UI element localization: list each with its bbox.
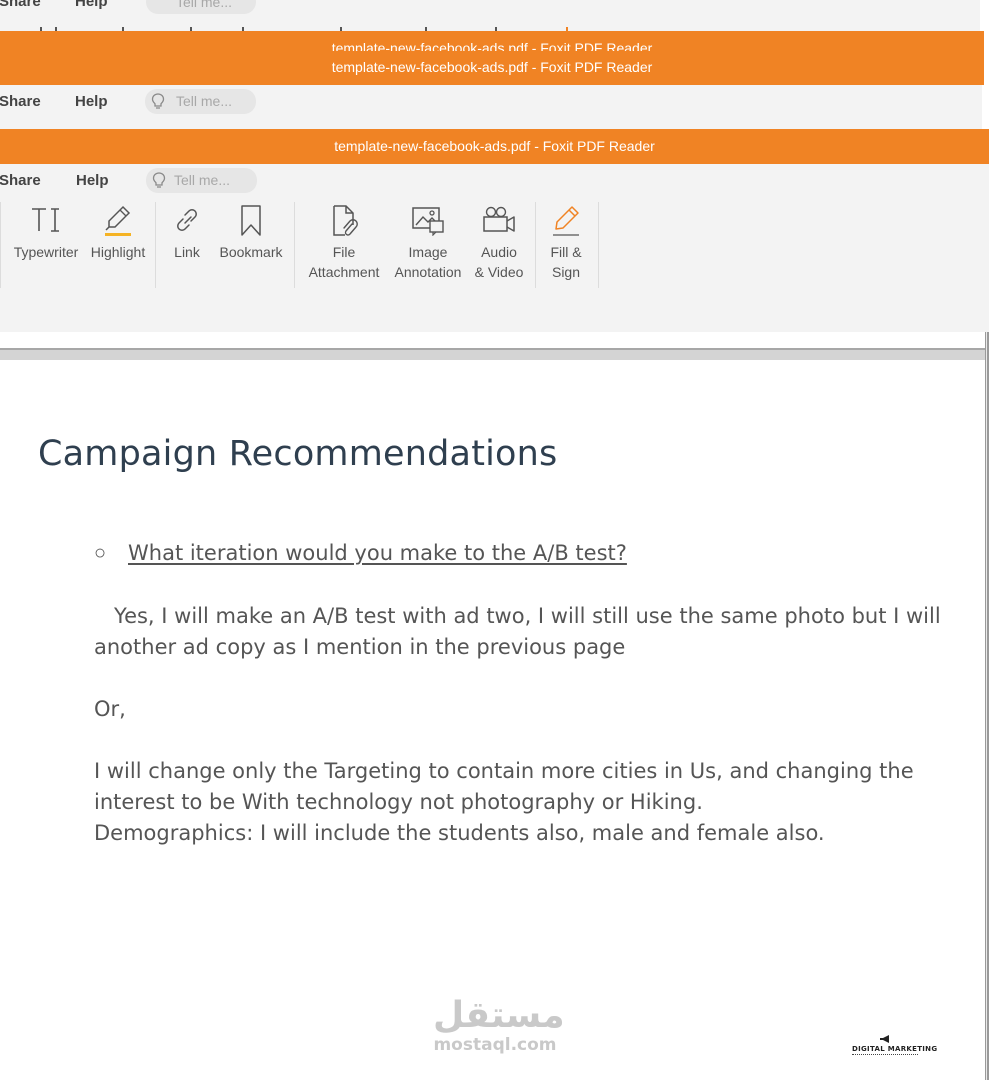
ribbon-collapsed-area <box>0 294 989 333</box>
or-text: Or, <box>94 697 126 721</box>
audio-video-button[interactable]: Audio & Video <box>470 204 528 282</box>
answer-line-2: another ad copy as I mention in the prev… <box>94 635 626 659</box>
video-camera-icon <box>470 204 528 240</box>
ghost-title: template-new-facebook-ads.pdf - Foxit PD… <box>331 59 653 75</box>
bookmark-icon <box>216 204 286 240</box>
fill-sign-pen-icon <box>542 204 590 240</box>
ghost-tell-me-2: Tell me... <box>145 89 256 114</box>
question-heading: What iteration would you make to the A/B… <box>128 541 627 565</box>
ghost-menu-help-2: Help <box>75 93 108 110</box>
lightbulb-icon <box>152 172 166 188</box>
image-annotation-label-1: Image <box>408 244 448 260</box>
targeting-line-2: interest to be With technology not photo… <box>94 790 703 814</box>
watermark-latin: mostaql.com <box>433 1035 557 1055</box>
lightbulb-icon <box>151 93 165 109</box>
answer-line-1: Yes, I will make an A/B test with ad two… <box>94 604 941 628</box>
bullet-circle: ○ <box>94 542 107 564</box>
answer-paragraph: Yes, I will make an A/B test with ad two… <box>94 601 941 663</box>
ghost-tell-me-text-2: Tell me... <box>176 93 233 109</box>
targeting-paragraph: I will change only the Targeting to cont… <box>94 756 914 849</box>
ghost-menu-help: Help <box>75 0 108 10</box>
ghost-tell-me: Tell me... <box>146 0 256 14</box>
title-bar: template-new-facebook-ads.pdf - Foxit PD… <box>0 129 989 164</box>
megaphone-icon <box>880 1035 889 1043</box>
menu-help[interactable]: Help <box>76 172 109 189</box>
brand-text: DIGITAL MARKETING <box>852 1045 938 1053</box>
ghost-title-clipped: template-new-facebook-ads.pdf - Foxit PD… <box>331 40 653 51</box>
fill-sign-label-2: Sign <box>551 264 581 280</box>
tell-me-box[interactable] <box>146 168 257 193</box>
image-annotation-button[interactable]: Image Annotation <box>391 204 465 282</box>
ghost-menu-share-2: Share <box>0 93 41 110</box>
audio-video-label-1: Audio <box>481 244 517 260</box>
menu-share[interactable]: Share <box>0 172 41 189</box>
highlight-label: Highlight <box>90 244 146 260</box>
typewriter-button[interactable]: Typewriter <box>10 204 82 262</box>
watermark-arabic: مستقل <box>433 995 565 1036</box>
bookmark-label: Bookmark <box>219 244 283 260</box>
paperclip-file-icon <box>304 204 384 240</box>
ghost-menu-share: Share <box>0 0 41 10</box>
highlight-button[interactable]: Highlight <box>88 204 148 262</box>
digital-marketing-logo: DIGITAL MARKETING <box>852 1035 938 1057</box>
typewriter-label: Typewriter <box>13 244 79 260</box>
file-attachment-label-1: File <box>332 244 356 260</box>
image-annotation-icon <box>391 204 465 240</box>
fill-sign-label-1: Fill & <box>550 244 582 260</box>
targeting-line-3: Demographics: I will include the student… <box>94 821 825 845</box>
link-button[interactable]: Link <box>166 204 208 262</box>
bookmark-button[interactable]: Bookmark <box>216 204 286 262</box>
image-annotation-label-2: Annotation <box>394 264 462 280</box>
ghost-window-top: Share Help Tell me... <box>0 0 980 34</box>
targeting-line-1: I will change only the Targeting to cont… <box>94 759 914 783</box>
fill-sign-button[interactable]: Fill & Sign <box>542 204 590 282</box>
ribbon-toolbar: Typewriter Highlight Link Bookmark File … <box>0 198 989 295</box>
page-title: Campaign Recommendations <box>38 434 558 474</box>
file-attachment-label-2: Attachment <box>308 264 380 280</box>
link-icon <box>166 204 208 240</box>
file-attachment-button[interactable]: File Attachment <box>304 204 384 282</box>
menu-bar: Share Help <box>0 164 989 198</box>
ghost-tell-me-text: Tell me... <box>176 0 233 10</box>
highlighter-icon <box>88 204 148 240</box>
typewriter-icon <box>10 204 82 240</box>
ghost-menubar: Share Help Tell me... <box>0 85 982 129</box>
link-label: Link <box>174 244 200 260</box>
window-title: template-new-facebook-ads.pdf - Foxit PD… <box>334 138 655 154</box>
tell-me-input[interactable] <box>174 171 250 189</box>
pdf-page: Campaign Recommendations ○ What iteratio… <box>0 360 985 1080</box>
ghost-titlebar: template-new-facebook-ads.pdf - Foxit PD… <box>0 31 984 85</box>
mostaql-watermark: مستقل mostaql.com <box>433 995 565 1055</box>
audio-video-label-2: & Video <box>474 264 524 280</box>
viewer-top-gap <box>0 332 985 350</box>
